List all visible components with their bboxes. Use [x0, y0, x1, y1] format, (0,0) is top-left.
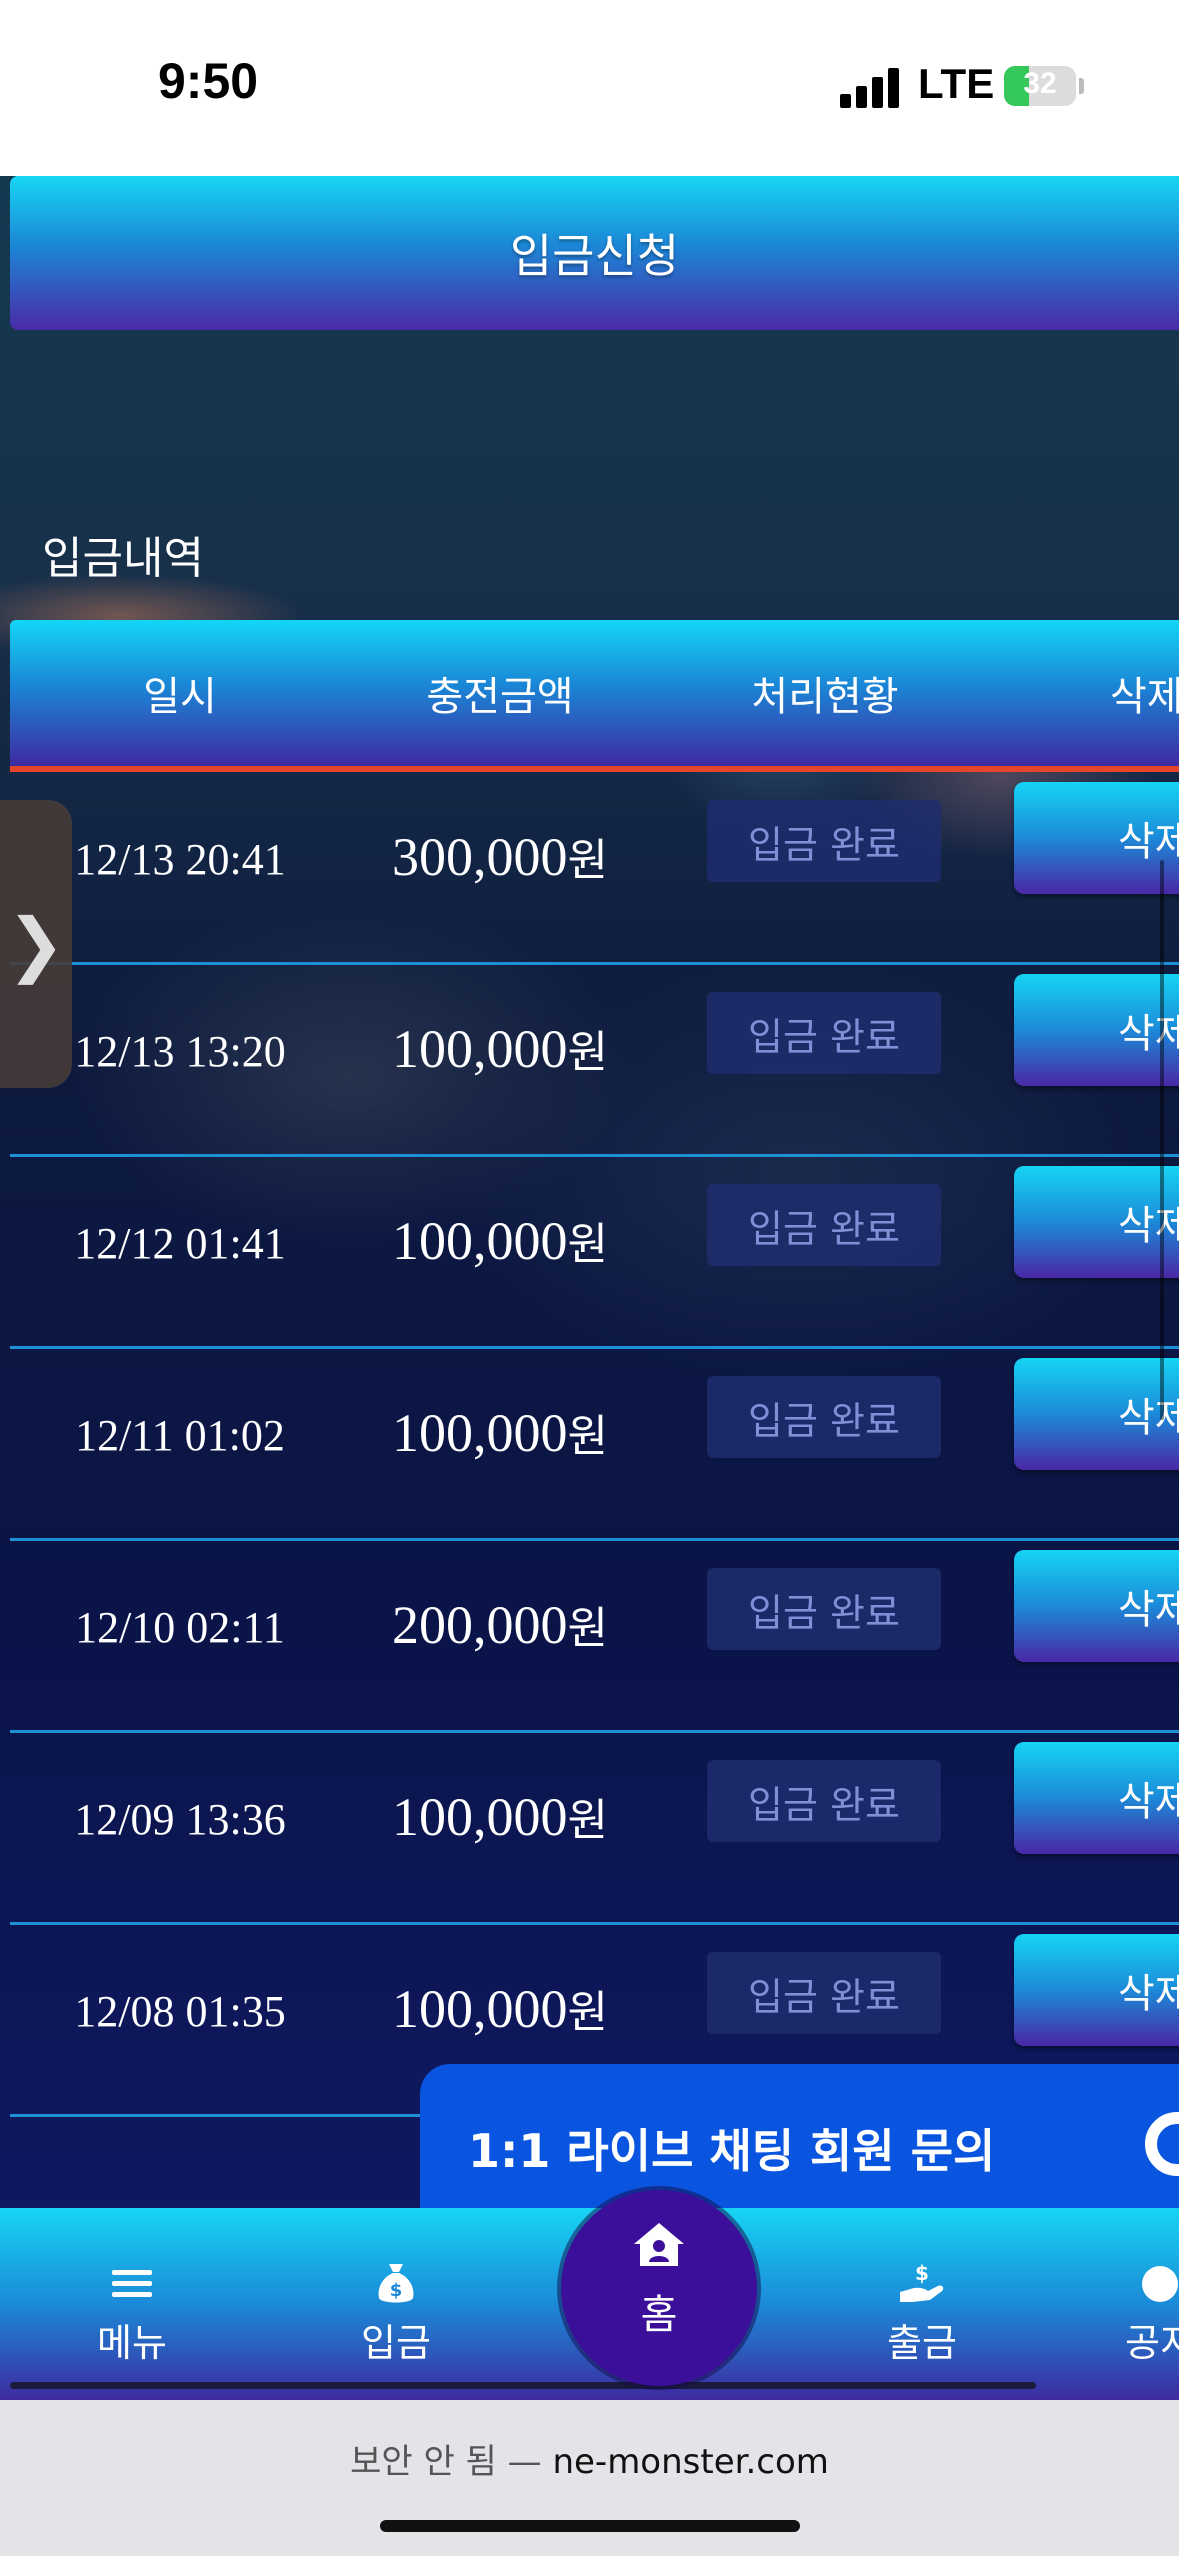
home-indicator [380, 2520, 800, 2532]
svg-text:$: $ [390, 2280, 403, 2301]
nav-label-menu: 메뉴 [97, 2321, 167, 2365]
delete-button[interactable]: 삭제 [1014, 1550, 1179, 1662]
status-badge: 입금 완료 [707, 1952, 941, 2034]
row-amount: 100,000원 [392, 1019, 608, 1079]
nav-label-notice: 공지 [1125, 2321, 1179, 2365]
section-title: 입금내역 [42, 533, 204, 584]
row-amount: 200,000원 [392, 1595, 608, 1655]
address-separator: — [507, 2442, 542, 2482]
row-date: 12/09 13:36 [74, 1795, 286, 1844]
table-row: 12/10 02:11 200,000원 입금 완료 삭제 [10, 1540, 1179, 1733]
table-header: 일시 충전금액 처리현황 삭제 [10, 620, 1179, 772]
status-badge: 입금 완료 [707, 1760, 941, 1842]
row-amount: 100,000원 [392, 1403, 608, 1463]
nav-item-deposit[interactable]: $ 입금 [316, 2260, 476, 2367]
status-badge: 입금 완료 [707, 1376, 941, 1458]
delete-button[interactable]: 삭제 [1014, 1934, 1179, 2046]
row-date: 12/10 02:11 [75, 1603, 285, 1652]
address-text: 보안 안 됨 — ne-monster.com [0, 2434, 1179, 2483]
home-icon [561, 2220, 757, 2276]
nav-item-notice[interactable]: 공지 [1090, 2260, 1179, 2367]
row-amount: 100,000원 [392, 1979, 608, 2039]
domain-name: ne-monster.com [552, 2442, 829, 2482]
chevron-right-icon: ❯ [6, 903, 66, 985]
hamburger-icon [52, 2260, 212, 2308]
column-header-delete: 삭제 [1110, 674, 1179, 720]
status-badge: 입금 완료 [707, 992, 941, 1074]
battery-tip [1079, 78, 1084, 94]
table-row: 12/13 13:20 100,000원 입금 완료 삭제 [10, 964, 1179, 1157]
browser-address-bar[interactable]: 보안 안 됨 — ne-monster.com [0, 2400, 1179, 2556]
clock: 9:50 [158, 53, 259, 109]
nav-item-withdraw[interactable]: $ 출금 [842, 2260, 1002, 2367]
status-badge: 입금 완료 [707, 800, 941, 882]
delete-button[interactable]: 삭제 [1014, 782, 1179, 894]
row-date: 12/13 20:41 [74, 835, 286, 884]
live-chat-label: 1:1 라이브 채팅 회원 문의 [468, 2124, 996, 2178]
status-bar: 9:50 LTE 32 [0, 0, 1179, 176]
money-bag-icon: $ [316, 2260, 476, 2308]
nav-label-deposit: 입금 [361, 2321, 431, 2365]
battery-level: 32 [1023, 67, 1057, 100]
status-badge: 입금 완료 [707, 1184, 941, 1266]
chat-icon [1145, 2112, 1179, 2176]
status-badge: 입금 완료 [707, 1568, 941, 1650]
security-warning: 보안 안 됨 [350, 2442, 497, 2482]
table-row: 12/09 13:36 100,000원 입금 완료 삭제 [10, 1732, 1179, 1925]
delete-button[interactable]: 삭제 [1014, 1358, 1179, 1470]
live-chat-banner[interactable]: 1:1 라이브 채팅 회원 문의 [420, 2064, 1179, 2232]
row-amount: 300,000원 [392, 827, 608, 887]
table-row: 12/12 01:41 100,000원 입금 완료 삭제 [10, 1156, 1179, 1349]
row-amount: 100,000원 [392, 1211, 608, 1271]
column-header-date: 일시 [143, 674, 217, 720]
nav-item-menu[interactable]: 메뉴 [52, 2260, 212, 2367]
nav-scrollbar[interactable] [10, 2382, 1036, 2389]
hand-coin-icon: $ [842, 2260, 1002, 2308]
row-amount: 100,000원 [392, 1787, 608, 1847]
network-type: LTE [918, 60, 995, 107]
row-date: 12/13 13:20 [74, 1027, 286, 1076]
column-header-status: 처리현황 [751, 674, 899, 720]
page-title: 입금신청 [509, 229, 680, 283]
row-date: 12/12 01:41 [74, 1219, 286, 1268]
nav-item-home[interactable]: 홈 [561, 2190, 757, 2386]
delete-button[interactable]: 삭제 [1014, 1742, 1179, 1854]
svg-text:$: $ [915, 2262, 929, 2285]
column-header-amount: 충전금액 [426, 674, 574, 720]
page-header: 입금신청 [10, 176, 1179, 330]
nav-label-withdraw: 출금 [887, 2321, 957, 2365]
delete-button[interactable]: 삭제 [1014, 1166, 1179, 1278]
side-drawer-toggle[interactable]: ❯ [0, 800, 72, 1088]
table-row: 12/11 01:02 100,000원 입금 완료 삭제 [10, 1348, 1179, 1541]
nav-label-home: 홈 [640, 2292, 678, 2338]
battery-icon: 32 [1004, 66, 1076, 106]
notice-icon [1090, 2260, 1179, 2308]
scrollbar[interactable] [1160, 860, 1164, 1420]
row-date: 12/08 01:35 [74, 1987, 286, 2036]
row-date: 12/11 01:02 [75, 1411, 285, 1460]
table-row: 12/13 20:41 300,000원 입금 완료 삭제 [10, 772, 1179, 965]
delete-button[interactable]: 삭제 [1014, 974, 1179, 1086]
cellular-signal-icon [840, 66, 900, 108]
